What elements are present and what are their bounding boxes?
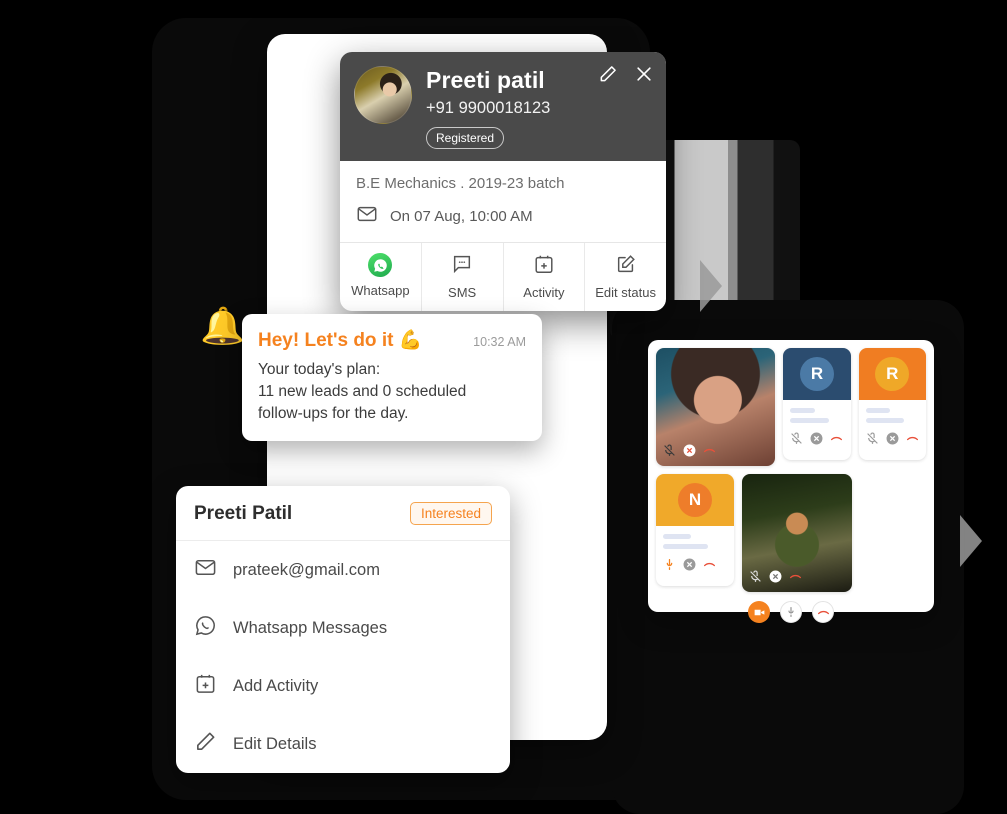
notification-line-1: Your today's plan: — [258, 361, 381, 378]
envelope-icon — [356, 203, 378, 230]
calendar-plus-icon — [194, 672, 217, 700]
action-activity[interactable]: Activity — [504, 243, 586, 312]
mic-muted-icon[interactable] — [749, 570, 762, 583]
lead-item-email[interactable]: prateek@gmail.com — [176, 541, 510, 599]
video-tile-participant-4[interactable]: N — [656, 474, 734, 586]
hangup-icon[interactable] — [703, 444, 716, 457]
action-sms[interactable]: SMS — [422, 243, 504, 312]
chevron-right-decor-1 — [700, 260, 722, 312]
status-badge: Registered — [426, 127, 505, 150]
hangup-icon[interactable] — [703, 558, 716, 571]
notification-line-3: follow-ups for the day. — [258, 405, 409, 422]
video-off-icon[interactable] — [683, 558, 696, 571]
action-whatsapp[interactable]: Whatsapp — [340, 243, 422, 312]
contact-card-body: B.E Mechanics . 2019-23 batch On 07 Aug,… — [340, 161, 666, 242]
avatar — [354, 66, 412, 124]
contact-action-bar: Whatsapp SMS Activity Edit status — [340, 242, 666, 312]
lead-panel-header: Preeti Patil Interested — [176, 486, 510, 541]
lead-status-badge: Interested — [409, 502, 492, 525]
appointment-text: On 07 Aug, 10:00 AM — [390, 208, 533, 226]
participant-header: N — [656, 474, 734, 526]
bell-icon: 🔔 — [200, 305, 245, 346]
education-text: B.E Mechanics . 2019-23 batch — [356, 175, 565, 193]
video-call-panel: R R N — [648, 340, 934, 623]
action-sms-label: SMS — [448, 285, 477, 301]
notification-title: Hey! Let's do it 💪 — [258, 330, 423, 351]
video-tile-participant-1[interactable] — [656, 348, 776, 466]
video-tile-participant-3[interactable]: R — [858, 348, 926, 460]
edit-square-icon — [615, 255, 637, 279]
lead-item-email-label: prateek@gmail.com — [233, 560, 380, 579]
skeleton-lines — [859, 400, 926, 423]
action-whatsapp-label: Whatsapp — [351, 282, 410, 298]
hangup-icon[interactable] — [789, 570, 802, 583]
skeleton-lines — [656, 526, 734, 549]
contact-phone: +91 9900018123 — [426, 99, 551, 118]
pencil-icon — [194, 730, 217, 758]
action-edit-status[interactable]: Edit status — [585, 243, 666, 311]
hangup-icon[interactable] — [812, 601, 834, 623]
close-icon[interactable] — [634, 64, 654, 84]
calendar-plus-icon — [533, 255, 555, 279]
video-tile-participant-5[interactable] — [742, 474, 852, 592]
video-off-icon[interactable] — [683, 444, 696, 457]
hangup-icon[interactable] — [906, 432, 919, 445]
skeleton-lines — [783, 400, 850, 423]
lead-item-add-activity[interactable]: Add Activity — [176, 657, 510, 715]
action-activity-label: Activity — [523, 285, 565, 301]
lead-item-edit-details-label: Edit Details — [233, 734, 317, 753]
video-off-icon[interactable] — [810, 432, 823, 445]
mic-muted-icon[interactable] — [790, 432, 803, 445]
chevron-right-decor-2 — [960, 515, 982, 567]
video-tile-participant-2[interactable]: R — [783, 348, 851, 460]
contact-card-header: Preeti patil +91 9900018123 Registered — [340, 52, 666, 162]
hangup-icon[interactable] — [830, 432, 843, 445]
video-off-icon[interactable] — [886, 432, 899, 445]
sms-bubble-icon — [451, 256, 473, 279]
mic-muted-icon[interactable] — [866, 432, 879, 445]
lead-name: Preeti Patil — [194, 502, 293, 524]
lead-item-whatsapp-label: Whatsapp Messages — [233, 618, 388, 637]
mic-muted-icon[interactable] — [663, 444, 676, 457]
notification-toast: Hey! Let's do it 💪 10:32 AM Your today's… — [242, 314, 542, 441]
envelope-icon — [194, 556, 217, 584]
lead-item-whatsapp[interactable]: Whatsapp Messages — [176, 599, 510, 657]
microphone-icon[interactable] — [780, 601, 802, 623]
notification-line-2: 11 new leads and 0 scheduled — [258, 383, 467, 400]
whatsapp-outline-icon — [194, 614, 217, 642]
participant-initial: N — [678, 483, 712, 517]
appointment-row: On 07 Aug, 10:00 AM — [356, 203, 650, 230]
action-edit-status-label: Edit status — [595, 285, 656, 301]
call-control-bar — [656, 601, 926, 623]
lead-item-edit-details[interactable]: Edit Details — [176, 715, 510, 773]
notification-time: 10:32 AM — [473, 335, 526, 349]
pencil-icon[interactable] — [598, 64, 618, 84]
lead-item-add-activity-label: Add Activity — [233, 676, 319, 695]
participant-initial: R — [799, 357, 834, 391]
mic-active-icon[interactable] — [663, 558, 676, 571]
participant-initial: R — [875, 357, 910, 391]
lead-detail-panel: Preeti Patil Interested prateek@gmail.co… — [176, 486, 510, 773]
participant-header: R — [783, 348, 851, 400]
contact-card: Preeti patil +91 9900018123 Registered B… — [340, 52, 666, 312]
video-camera-icon[interactable] — [748, 601, 770, 623]
composite-canvas: Preeti patil +91 9900018123 Registered B… — [0, 0, 1007, 814]
video-off-icon[interactable] — [769, 570, 782, 583]
participant-header: R — [858, 348, 926, 400]
whatsapp-icon — [368, 253, 393, 278]
